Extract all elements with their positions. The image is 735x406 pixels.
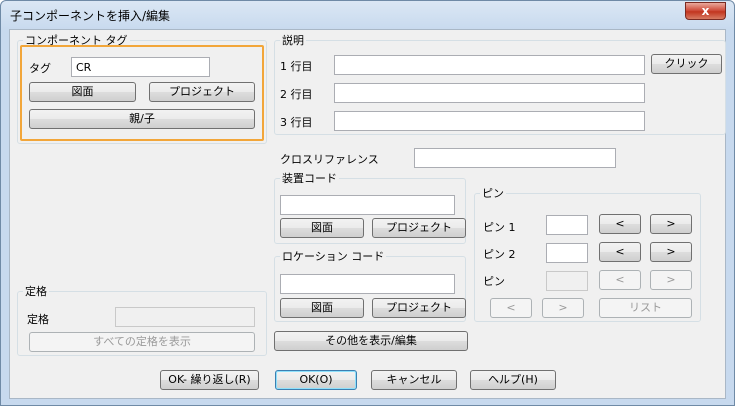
line1-label: 1 行目 xyxy=(280,60,313,73)
line1-input[interactable] xyxy=(334,55,645,75)
rating-label: 定格 xyxy=(27,313,49,326)
ok-button[interactable]: OK(O) xyxy=(275,370,357,390)
ok-repeat-button[interactable]: OK- 繰り返し(R) xyxy=(160,370,259,390)
line3-input[interactable] xyxy=(334,111,645,131)
cross-reference-input[interactable] xyxy=(414,148,616,168)
bottom-next-button: > xyxy=(542,298,584,318)
pin-input xyxy=(546,271,588,291)
close-button[interactable]: x xyxy=(685,2,726,20)
line2-input[interactable] xyxy=(334,83,645,103)
pin-prev-button: < xyxy=(599,270,641,290)
click-button[interactable]: クリック xyxy=(651,54,722,74)
cross-reference-label: クロスリファレンス xyxy=(280,153,379,166)
tag-input[interactable] xyxy=(71,57,210,77)
help-button[interactable]: ヘルプ(H) xyxy=(470,370,556,390)
location-drawing-button[interactable]: 図面 xyxy=(280,298,364,318)
device-code-input[interactable] xyxy=(280,195,455,215)
show-all-ratings-button: すべての定格を表示 xyxy=(29,332,255,352)
pins-legend: ピン xyxy=(482,187,504,200)
pin2-next-button[interactable]: > xyxy=(650,242,692,262)
show-more-edit-button[interactable]: その他を表示/編集 xyxy=(274,331,468,351)
tag-project-button[interactable]: プロジェクト xyxy=(149,82,255,102)
location-project-button[interactable]: プロジェクト xyxy=(372,298,466,318)
rating-input xyxy=(115,307,255,327)
location-code-input[interactable] xyxy=(280,274,455,294)
title-bar[interactable]: 子コンポーネントを挿入/編集 x xyxy=(1,1,734,29)
line2-label: 2 行目 xyxy=(280,88,313,101)
list-button: リスト xyxy=(599,298,692,318)
location-code-legend: ロケーション コード xyxy=(282,250,385,263)
pin2-prev-button[interactable]: < xyxy=(599,242,641,262)
pin-next-button: > xyxy=(650,270,692,290)
parent-child-button[interactable]: 親/子 xyxy=(29,109,255,129)
pin1-label: ピン 1 xyxy=(483,221,516,234)
pin1-next-button[interactable]: > xyxy=(650,214,692,234)
pin2-label: ピン 2 xyxy=(483,248,516,261)
cancel-button[interactable]: キャンセル xyxy=(371,370,457,390)
pin-label: ピン xyxy=(483,275,505,288)
pin1-prev-button[interactable]: < xyxy=(599,214,641,234)
bottom-prev-button: < xyxy=(490,298,532,318)
tag-label: タグ xyxy=(29,62,51,75)
device-code-legend: 装置コード xyxy=(282,172,337,185)
tag-drawing-button[interactable]: 図面 xyxy=(29,82,136,102)
dialog-client-area: コンポーネント タグ タグ 図面 プロジェクト 親/子 説明 1 行目 クリック… xyxy=(9,29,726,399)
pin1-input[interactable] xyxy=(546,215,588,235)
line3-label: 3 行目 xyxy=(280,116,313,129)
device-drawing-button[interactable]: 図面 xyxy=(280,218,364,238)
window-title: 子コンポーネントを挿入/編集 xyxy=(10,9,171,23)
pin2-input[interactable] xyxy=(546,243,588,263)
rating-legend: 定格 xyxy=(25,285,47,298)
description-legend: 説明 xyxy=(282,34,304,47)
dialog-window: 子コンポーネントを挿入/編集 x コンポーネント タグ タグ 図面 プロジェクト… xyxy=(0,0,735,406)
device-project-button[interactable]: プロジェクト xyxy=(372,218,466,238)
